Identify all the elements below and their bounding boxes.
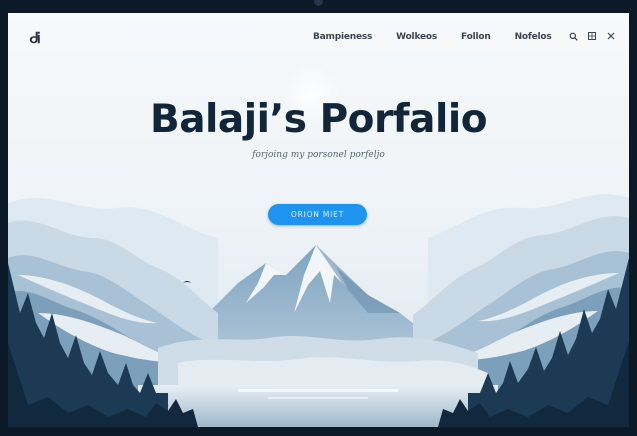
close-icon[interactable] — [606, 31, 616, 41]
nav-links: Bampieness Wolkeos Follon Nofelos — [313, 32, 552, 42]
nav-link-wolkeos[interactable]: Wolkeos — [396, 32, 437, 42]
grid-icon[interactable] — [587, 31, 597, 41]
site-logo[interactable]: ᏧᎥ — [30, 29, 40, 47]
hero-subtitle: forjoing my porsonel porfeljo — [252, 150, 385, 160]
cta-button[interactable]: ORION MIET — [268, 204, 367, 225]
nav-icons — [568, 31, 616, 41]
top-navigation: ᏧᎥ Bampieness Wolkeos Follon Nofelos — [8, 13, 629, 61]
browser-screen: ᏧᎥ Bampieness Wolkeos Follon Nofelos Bal… — [8, 13, 629, 427]
nav-link-nofelos[interactable]: Nofelos — [515, 32, 552, 42]
nav-link-follon[interactable]: Follon — [461, 32, 491, 42]
search-icon[interactable] — [568, 31, 578, 41]
nav-link-bampieness[interactable]: Bampieness — [313, 32, 372, 42]
camera-dot — [314, 0, 323, 6]
hero-title: Balaji’s Porfalio — [150, 97, 488, 142]
